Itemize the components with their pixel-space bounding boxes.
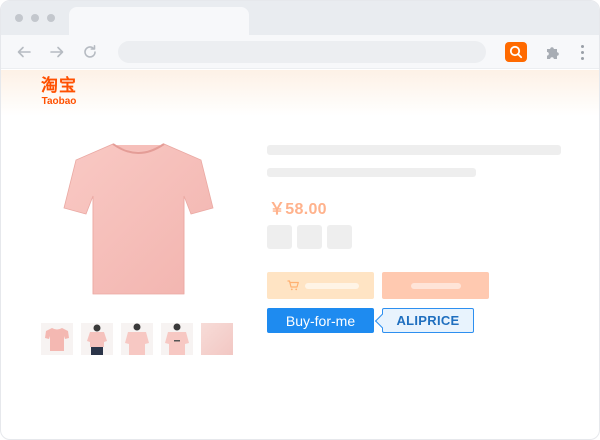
browser-toolbar [1, 35, 599, 69]
back-arrow-icon[interactable] [15, 43, 33, 61]
window-control-dot[interactable] [47, 14, 55, 22]
subtitle-placeholder [267, 168, 476, 177]
sku-option[interactable] [267, 225, 292, 249]
thumbnail-model-detail[interactable] [121, 323, 153, 355]
thumbnail-model-print[interactable] [161, 323, 193, 355]
browser-tab[interactable] [69, 7, 249, 35]
logo-chinese: 淘宝 [41, 76, 77, 96]
taobao-logo[interactable]: 淘宝 Taobao [41, 76, 77, 108]
aliprice-badge[interactable]: ALIPRICE [382, 308, 474, 333]
sku-option[interactable] [297, 225, 322, 249]
thumbnail-model-front[interactable] [81, 323, 113, 355]
window-control-dot[interactable] [15, 14, 23, 22]
thumbnail-shirt-front[interactable] [41, 323, 73, 355]
thumbnail-fabric[interactable] [201, 323, 233, 355]
tab-bar [1, 1, 599, 35]
title-placeholder [267, 145, 561, 155]
menu-dots-icon[interactable] [577, 43, 587, 61]
sku-option[interactable] [327, 225, 352, 249]
cart-icon [287, 280, 299, 291]
aliprice-label: ALIPRICE [396, 313, 460, 328]
reload-icon[interactable] [81, 43, 99, 61]
logo-english: Taobao [41, 96, 77, 107]
browser-window: 淘宝 Taobao ￥58.00 Buy-for-me ALIPRICE [0, 0, 600, 440]
puzzle-extension-icon[interactable] [544, 43, 562, 61]
product-price: ￥58.00 [269, 201, 327, 218]
search-extension-icon[interactable] [505, 42, 527, 62]
address-bar[interactable] [118, 41, 486, 63]
buy-for-me-button[interactable]: Buy-for-me [267, 308, 374, 333]
buy-label-placeholder [410, 282, 461, 289]
site-header: 淘宝 Taobao [1, 70, 599, 116]
buy-now-button[interactable] [382, 272, 489, 299]
cart-label-placeholder [305, 282, 359, 289]
thumbnail-strip [41, 323, 233, 355]
add-to-cart-button[interactable] [267, 272, 374, 299]
product-main-image[interactable] [41, 126, 236, 306]
window-control-dot[interactable] [31, 14, 39, 22]
forward-arrow-icon[interactable] [48, 43, 66, 61]
